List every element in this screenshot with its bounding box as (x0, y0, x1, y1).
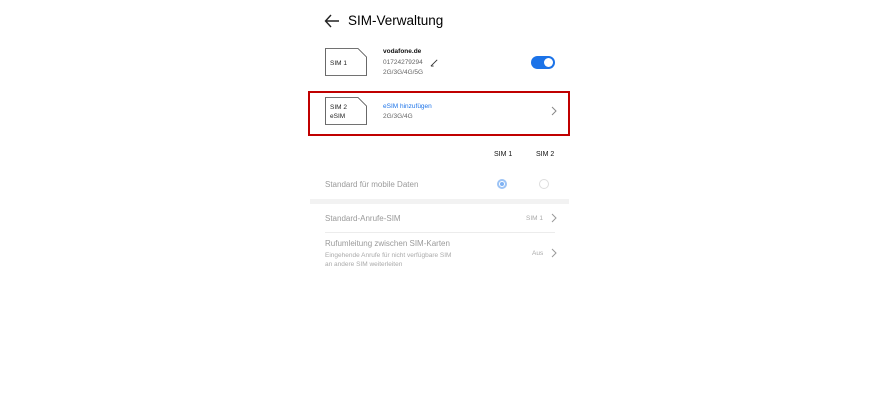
sim1-carrier: vodafone.de (383, 48, 422, 55)
chevron-right-icon (551, 213, 557, 223)
default-calls-label: Standard-Anrufe-SIM (325, 214, 401, 223)
sim1-toggle[interactable] (531, 56, 555, 69)
forwarding-row[interactable]: Rufumleitung zwischen SIM-Karten Eingehe… (310, 234, 569, 274)
sim1-networks: 2G/3G/4G/5G (383, 69, 424, 76)
sim1-row[interactable]: SIM 1 vodafone.de 01724279294 2G/3G/4G/5… (310, 44, 569, 84)
default-calls-value: SIM 1 (526, 215, 543, 222)
forwarding-desc-1: Eingehende Anrufe für nicht verfügbare S… (325, 252, 452, 259)
toggle-knob (544, 58, 553, 67)
mobile-data-label: Standard für mobile Daten (325, 180, 419, 189)
back-arrow-icon[interactable] (323, 12, 341, 30)
chevron-right-icon (551, 248, 557, 258)
sim1-card-label: SIM 1 (330, 60, 347, 67)
mobile-data-sim1-radio[interactable] (497, 179, 507, 189)
forwarding-desc-2: an andere SIM weiterleiten (325, 261, 403, 268)
page-title: SIM-Verwaltung (348, 13, 444, 28)
edit-pencil-icon[interactable] (430, 58, 439, 67)
forwarding-value: Aus (532, 250, 544, 257)
forwarding-label: Rufumleitung zwischen SIM-Karten (325, 239, 450, 248)
mobile-data-sim2-radio[interactable] (539, 179, 549, 189)
row-divider (325, 232, 555, 233)
column-sim1: SIM 1 (494, 151, 513, 158)
column-sim2: SIM 2 (536, 151, 555, 158)
highlight-box (308, 91, 570, 136)
sim1-number: 01724279294 (383, 59, 423, 66)
default-calls-row[interactable]: Standard-Anrufe-SIM SIM 1 (310, 205, 569, 231)
section-divider (310, 199, 569, 204)
